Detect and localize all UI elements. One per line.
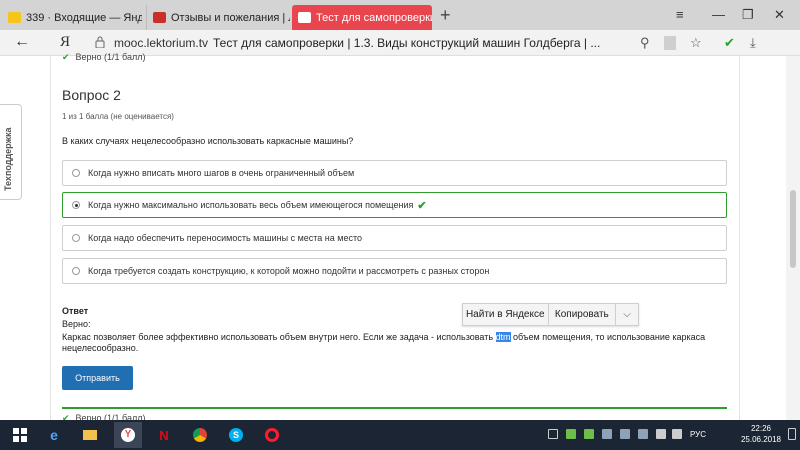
tray-icon[interactable] [620, 429, 630, 439]
tray-icon[interactable] [656, 429, 666, 439]
file-explorer-icon[interactable] [80, 425, 100, 445]
opera-icon[interactable] [262, 425, 282, 445]
radio-button-selected[interactable] [72, 201, 80, 209]
clock-time[interactable]: 22:26 [742, 424, 780, 433]
downloads-icon[interactable]: ⤓ [750, 35, 756, 51]
tray-icon[interactable] [584, 429, 594, 439]
notifications-icon[interactable] [788, 428, 796, 440]
copy-button[interactable]: Копировать [549, 304, 617, 325]
answer-heading: Ответ [62, 306, 89, 316]
page-title[interactable]: Тест для самопроверки | 1.3. Виды констр… [213, 36, 600, 50]
question-score: 1 из 1 балла (не оценивается) [62, 112, 174, 121]
language-indicator[interactable]: РУС [690, 430, 706, 439]
tray-icon[interactable] [548, 429, 558, 439]
video-favicon-icon [153, 12, 166, 23]
selected-text[interactable]: dtm [495, 332, 511, 342]
yandex-browser-icon[interactable]: Y [114, 422, 142, 448]
checkmark-icon: ✔ [62, 52, 70, 62]
tray-icon[interactable] [638, 429, 648, 439]
tab-feedback[interactable]: Отзывы и пожелания | Лек [146, 5, 290, 30]
clock-date[interactable]: 25.06.2018 [738, 435, 784, 444]
restore-icon[interactable]: ❐ [742, 7, 754, 23]
support-side-tab[interactable]: Техподдержка [0, 104, 22, 200]
option-label: Когда нужно вписать много шагов в очень … [88, 168, 355, 178]
mail-icon [8, 12, 21, 23]
question-title: Вопрос 2 [62, 87, 121, 103]
volume-icon[interactable] [672, 429, 682, 439]
option-label: Когда требуется создать конструкцию, к к… [88, 266, 490, 276]
tab-quiz-active[interactable]: Тест для самопроверки ✕ [292, 5, 432, 30]
protect-icon[interactable] [664, 36, 676, 50]
explanation-text: Каркас позволяет более эффективно исполь… [62, 332, 496, 342]
new-tab-button[interactable]: + [440, 5, 451, 26]
browser-tab-bar: 339 · Входящие — Яндекс.П Отзывы и пожел… [0, 0, 800, 30]
next-question-divider [62, 407, 727, 409]
yandex-logo[interactable]: Я [60, 34, 70, 51]
option-label: Когда нужно максимально использовать вес… [88, 200, 414, 210]
radio-button[interactable] [72, 234, 80, 242]
option-label: Когда надо обеспечить переносимость маши… [88, 233, 362, 243]
answer-option-1[interactable]: Когда нужно вписать много шагов в очень … [62, 160, 727, 186]
tray-icon[interactable] [566, 429, 576, 439]
answer-explanation: Каркас позволяет более эффективно исполь… [62, 332, 732, 354]
answer-option-4[interactable]: Когда требуется создать конструкцию, к к… [62, 258, 727, 284]
window-menu-icon[interactable]: ≡ [676, 7, 684, 22]
skype-icon[interactable]: S [226, 425, 246, 445]
previous-status-text: Верно (1/1 балл) [75, 52, 146, 62]
extension-shield-icon[interactable]: ✔ [724, 35, 735, 51]
selection-context-menu: Найти в Яндексе Копировать ⌵ [462, 303, 639, 326]
answer-verdict: Верно: [62, 319, 91, 329]
video-favicon-icon [298, 12, 311, 23]
chrome-icon[interactable] [190, 425, 210, 445]
scrollbar-thumb[interactable] [790, 190, 796, 268]
windows-start-icon[interactable] [10, 425, 30, 445]
search-key-icon[interactable]: ⚲ [640, 35, 650, 51]
tab-label: Отзывы и пожелания | Лек [171, 11, 290, 24]
tab-mail[interactable]: 339 · Входящие — Яндекс.П [2, 5, 142, 30]
tray-icon[interactable] [602, 429, 612, 439]
chevron-down-icon[interactable]: ⌵ [616, 304, 638, 325]
support-label: Техподдержка [3, 127, 13, 191]
lock-icon[interactable] [95, 36, 105, 48]
submit-button[interactable]: Отправить [62, 366, 133, 390]
bookmark-star-icon[interactable]: ☆ [690, 35, 702, 51]
radio-button[interactable] [72, 169, 80, 177]
previous-question-status: ✔ Верно (1/1 балл) [62, 52, 146, 63]
netflix-icon[interactable]: N [154, 425, 174, 445]
back-arrow-icon[interactable]: ← [14, 33, 30, 51]
question-text: В каких случаях нецелесообразно использо… [62, 136, 354, 146]
tab-label: 339 · Входящие — Яндекс.П [26, 11, 142, 24]
close-window-icon[interactable]: ✕ [774, 7, 785, 23]
radio-button[interactable] [72, 267, 80, 275]
answer-option-3[interactable]: Когда надо обеспечить переносимость маши… [62, 225, 727, 251]
taskbar: e Y N S РУС 22:26 25.06.2018 [0, 420, 800, 450]
minimize-icon[interactable]: — [712, 7, 725, 22]
answer-option-2[interactable]: Когда нужно максимально использовать вес… [62, 192, 727, 218]
edge-icon[interactable]: e [44, 425, 64, 445]
search-in-yandex-button[interactable]: Найти в Яндексе [463, 304, 549, 325]
url-domain[interactable]: mooc.lektorium.tv [114, 36, 208, 50]
correct-check-icon: ✔ [417, 199, 427, 212]
tab-label: Тест для самопроверки [316, 11, 432, 24]
